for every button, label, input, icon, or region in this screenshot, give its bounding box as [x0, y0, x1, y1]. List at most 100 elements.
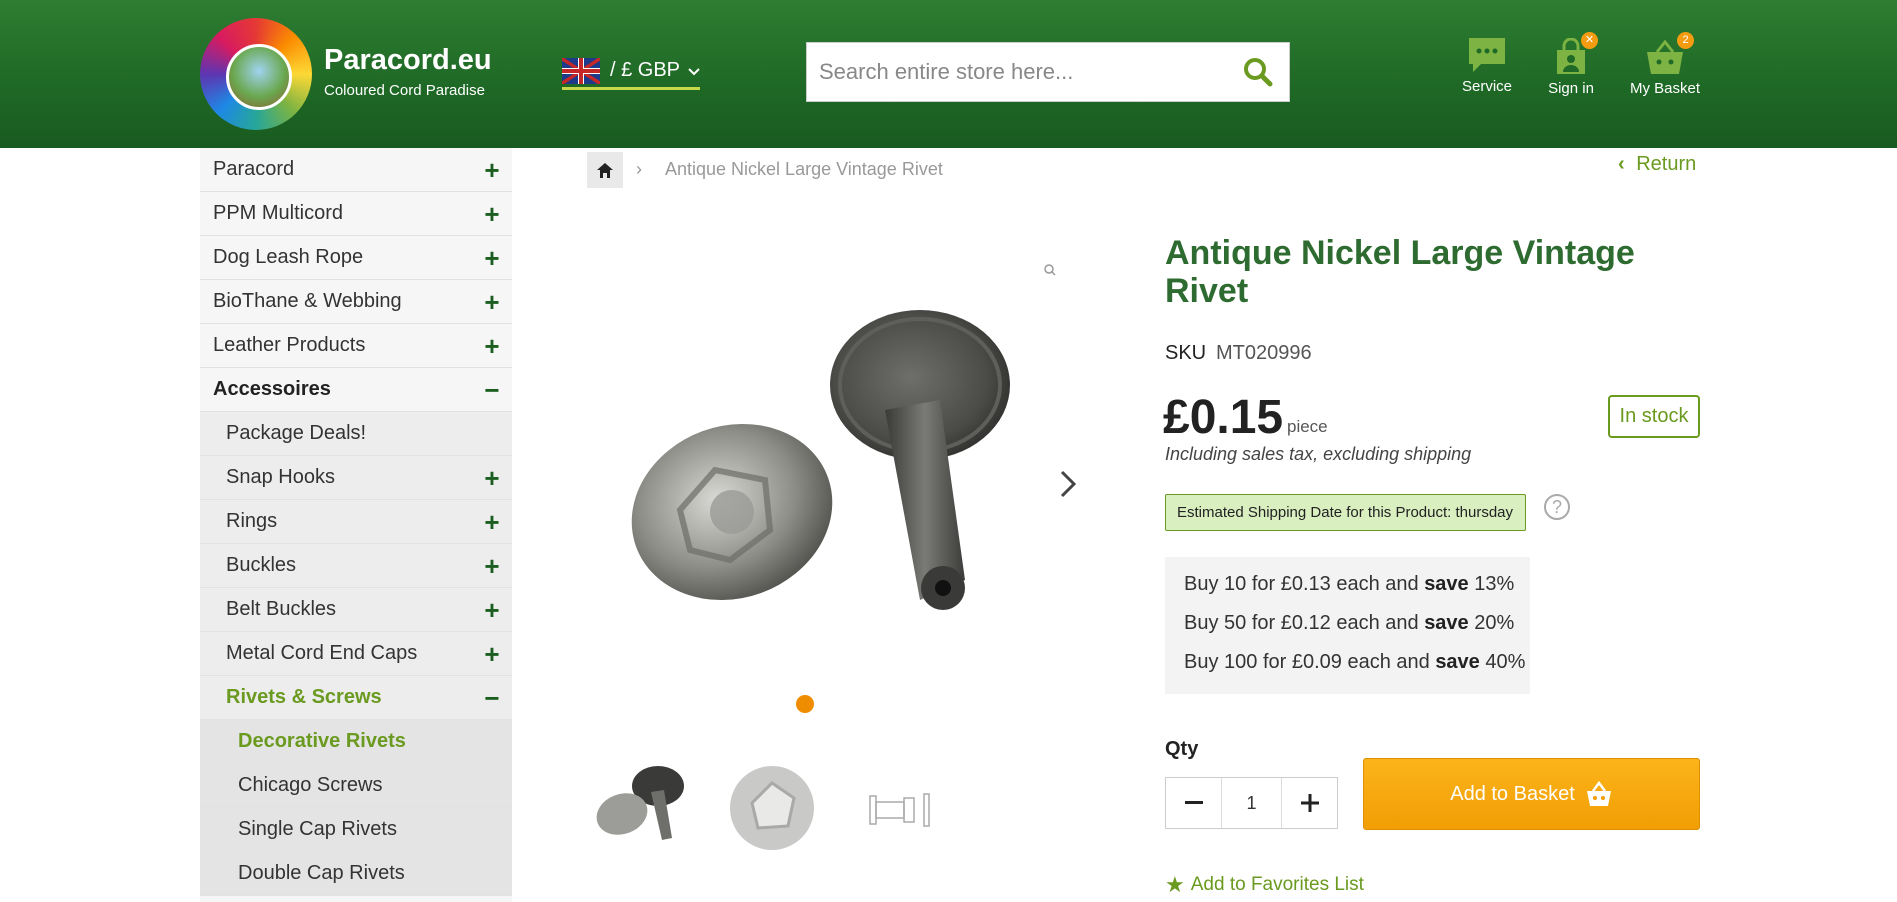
chevron-down-icon: [688, 63, 700, 79]
sidebar-item-double-cap-rivets[interactable]: Double Cap Rivets: [200, 852, 512, 896]
sidebar-item-leather-products[interactable]: Leather Products +: [200, 324, 512, 368]
qty-decrease-button[interactable]: [1166, 778, 1221, 828]
signin-label: Sign in: [1548, 80, 1594, 97]
sidebar-item-label: Rings: [226, 510, 278, 532]
tax-note: Including sales tax, excluding shipping: [1165, 444, 1472, 464]
add-to-favorites-link[interactable]: ★ Add to Favorites List: [1165, 872, 1364, 898]
expand-icon[interactable]: +: [472, 245, 512, 271]
sidebar-item-label: Metal Cord End Caps: [226, 642, 418, 664]
breadcrumb-current: Antique Nickel Large Vintage Rivet: [665, 159, 943, 179]
qty-input[interactable]: [1221, 778, 1282, 828]
collapse-icon[interactable]: −: [472, 377, 512, 403]
sidebar-item-rivets-screws[interactable]: Rivets & Screws −: [200, 676, 512, 720]
sidebar-item-buckles[interactable]: Buckles +: [200, 544, 512, 588]
category-sidebar: Paracord + PPM Multicord + Dog Leash Rope +…: [200, 148, 512, 902]
logo-icon[interactable]: [200, 18, 312, 130]
sidebar-item-belt-buckles[interactable]: Belt Buckles +: [200, 588, 512, 632]
quantity-stepper: [1165, 777, 1338, 829]
thumbnail-2[interactable]: [722, 758, 822, 858]
search-bar: [806, 42, 1290, 102]
basket-label: My Basket: [1629, 80, 1701, 97]
tier-price-row: Buy 50 for £0.12 each and save 20%: [1184, 612, 1515, 634]
expand-icon[interactable]: +: [472, 641, 512, 667]
help-icon[interactable]: ?: [1544, 494, 1570, 520]
zoom-icon[interactable]: [1042, 262, 1058, 278]
stock-status-badge: In stock: [1608, 395, 1700, 438]
sidebar-item-label: PPM Multicord: [213, 202, 344, 224]
tier-price-row: Buy 10 for £0.13 each and save 13%: [1184, 573, 1515, 595]
sidebar-item-rings[interactable]: Rings +: [200, 500, 512, 544]
add-to-basket-label: Add to Basket: [1450, 782, 1575, 805]
search-button[interactable]: [1237, 51, 1279, 93]
sidebar-item-metal-cord-end-caps[interactable]: Metal Cord End Caps +: [200, 632, 512, 676]
sidebar-item-paracord[interactable]: Paracord +: [200, 148, 512, 192]
gallery-dot-active[interactable]: [796, 695, 814, 713]
tier-price-row: Buy 100 for £0.09 each and save 40%: [1184, 651, 1526, 673]
brand-name[interactable]: Paracord.eu: [324, 44, 492, 77]
sidebar-item-chicago-screws[interactable]: Chicago Screws: [200, 764, 512, 808]
sku-value: MT020996: [1216, 342, 1312, 364]
basket-link[interactable]: 2 My Basket: [1620, 32, 1710, 97]
breadcrumb-separator: ›: [636, 159, 642, 179]
sidebar-item-label: Dog Leash Rope: [213, 246, 364, 268]
sidebar-item-label: Buckles: [226, 554, 297, 576]
return-link[interactable]: ‹ Return: [1618, 153, 1696, 176]
expand-icon[interactable]: +: [472, 553, 512, 579]
site-header: Paracord.eu Coloured Cord Paradise / £ G…: [0, 0, 1897, 148]
service-link[interactable]: Service: [1442, 36, 1532, 95]
sidebar-item-dog-leash-rope[interactable]: Dog Leash Rope +: [200, 236, 512, 280]
qty-label: Qty: [1165, 738, 1199, 760]
sidebar-item-decorative-rivets[interactable]: Decorative Rivets: [200, 720, 512, 764]
thumbnail-1[interactable]: [594, 758, 694, 858]
sidebar-item-label: Accessoires: [213, 378, 331, 400]
expand-icon[interactable]: +: [472, 465, 512, 491]
add-to-basket-button[interactable]: Add to Basket: [1363, 758, 1700, 830]
sidebar-item-snap-hooks[interactable]: Snap Hooks +: [200, 456, 512, 500]
sidebar-item-label: BioThane & Webbing: [213, 290, 402, 312]
favorites-label: Add to Favorites List: [1190, 874, 1364, 895]
expand-icon[interactable]: +: [472, 157, 512, 183]
sidebar-item-package-deals[interactable]: Package Deals!: [200, 412, 512, 456]
expand-icon[interactable]: +: [472, 597, 512, 623]
thumbnail-3[interactable]: [852, 758, 952, 858]
product-title: Antique Nickel Large Vintage Rivet: [1165, 234, 1635, 310]
sidebar-item-label: Package Deals!: [226, 422, 367, 444]
sidebar-item-biothane[interactable]: BioThane & Webbing +: [200, 280, 512, 324]
minus-icon: [1184, 801, 1203, 804]
sidebar-item-label: Paracord: [213, 158, 295, 180]
expand-icon[interactable]: +: [472, 509, 512, 535]
collapse-icon[interactable]: −: [472, 685, 512, 711]
signin-link[interactable]: ✕ Sign in: [1526, 32, 1616, 97]
service-label: Service: [1461, 78, 1513, 95]
next-image-button[interactable]: [1050, 462, 1086, 506]
sku-label: SKU: [1165, 342, 1207, 364]
expand-icon[interactable]: +: [472, 201, 512, 227]
home-button[interactable]: [587, 152, 623, 188]
tier-pricing-box: Buy 10 for £0.13 each and save 13% Buy 5…: [1165, 557, 1530, 694]
basket-count-badge: 2: [1677, 32, 1694, 49]
expand-icon[interactable]: +: [472, 333, 512, 359]
brand-tagline: Coloured Cord Paradise: [324, 82, 485, 99]
shipping-date-notice: Estimated Shipping Date for this Product…: [1165, 494, 1526, 531]
expand-icon[interactable]: +: [472, 289, 512, 315]
sidebar-item-ppm-multicord[interactable]: PPM Multicord +: [200, 192, 512, 236]
sidebar-item-label: Rivets & Screws: [226, 686, 382, 708]
uk-flag-icon: [562, 57, 600, 84]
sidebar-item-label: Leather Products: [213, 334, 366, 356]
return-label: Return: [1636, 153, 1697, 175]
plus-icon: [1300, 794, 1319, 812]
search-input[interactable]: [819, 43, 1219, 101]
sidebar-item-label: Single Cap Rivets: [238, 818, 397, 840]
sidebar-item-label: Chicago Screws: [238, 774, 383, 796]
sidebar-item-label: Decorative Rivets: [238, 730, 406, 752]
home-icon: [597, 162, 613, 178]
sidebar-item-single-cap-rivets[interactable]: Single Cap Rivets: [200, 808, 512, 852]
sidebar-item-accessoires[interactable]: Accessoires −: [200, 368, 512, 412]
product-price: £0.15: [1163, 391, 1284, 444]
product-main-image[interactable]: [620, 300, 1040, 630]
qty-increase-button[interactable]: [1282, 778, 1337, 828]
currency-label: / £ GBP: [609, 59, 681, 81]
currency-selector[interactable]: / £ GBP: [562, 54, 700, 90]
star-icon: ★: [1165, 872, 1185, 897]
basket-icon: [1586, 781, 1611, 806]
